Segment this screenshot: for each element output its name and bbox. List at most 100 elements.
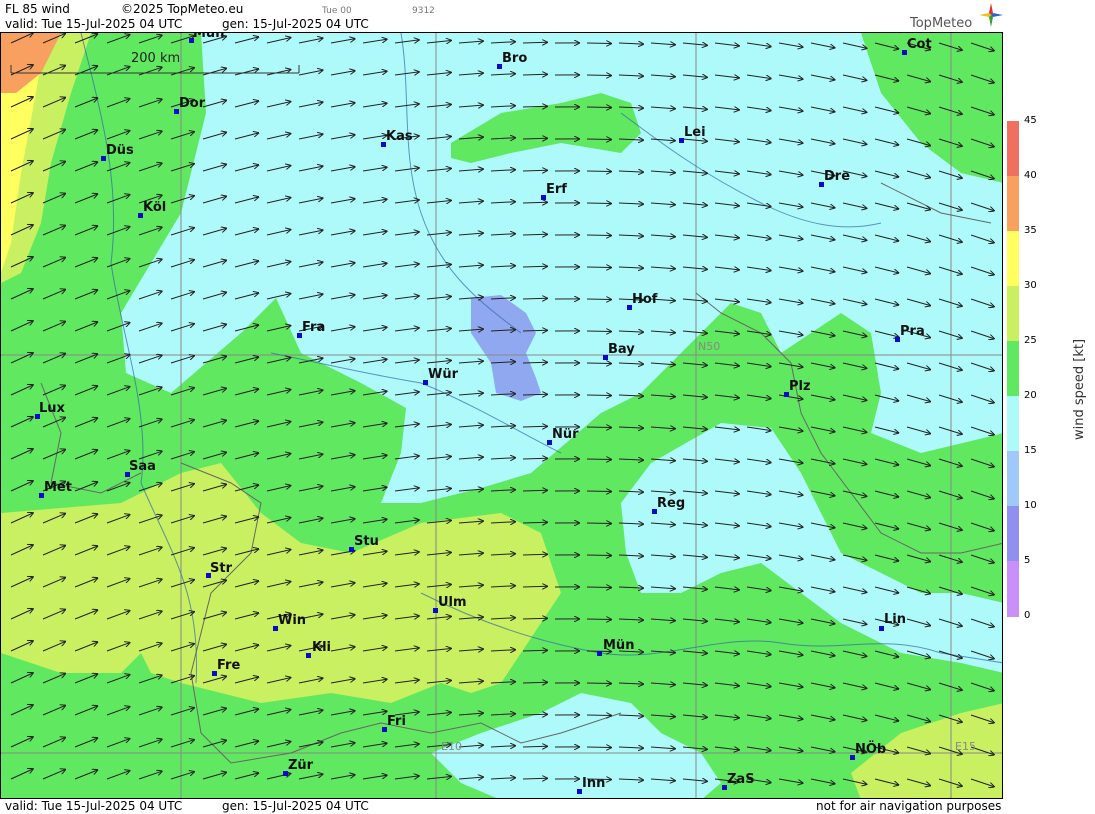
city-label-stuttgart[interactable]: Stu: [354, 534, 379, 549]
wind-arrow: [522, 106, 547, 107]
city-label-plzen[interactable]: Plz: [789, 379, 811, 394]
product-code: 9312: [412, 6, 435, 16]
city-label-saarbruecken[interactable]: Saa: [129, 459, 156, 474]
wind-arrow: [522, 490, 547, 491]
wind-arrow: [522, 362, 547, 363]
wind-arrow: [522, 778, 547, 779]
city-label-dresden[interactable]: Dre: [824, 169, 850, 184]
wind-arrow: [586, 331, 611, 332]
city-label-praha[interactable]: Pra: [900, 324, 925, 339]
wind-arrow: [522, 74, 547, 75]
city-label-strasbourg[interactable]: Str: [210, 561, 232, 576]
city-label-cottbus[interactable]: Cot: [907, 37, 932, 52]
brand-name: TopMeteo: [910, 16, 973, 31]
city-label-muenchen[interactable]: Mün: [603, 638, 634, 653]
wind-arrow: [522, 426, 547, 427]
colorbar-tick: 30: [1024, 280, 1037, 291]
wind-arrow: [522, 682, 547, 683]
city-label-zuerich[interactable]: Zür: [288, 758, 313, 773]
wind-arrow: [586, 203, 611, 204]
city-label-linz[interactable]: Lin: [884, 612, 906, 627]
product-title: FL 85 wind: [5, 2, 70, 16]
forecast-step: Tue 00: [322, 6, 352, 16]
wind-arrow: [522, 234, 547, 235]
colorbar-segment: [1007, 451, 1019, 506]
wind-arrow: [522, 746, 547, 747]
colorbar-segment: [1007, 396, 1019, 451]
city-label-brocken[interactable]: Bro: [502, 51, 527, 66]
compass-logo-icon: [979, 3, 1003, 27]
colorbar-title: wind speed [kt]: [1072, 338, 1087, 440]
wind-arrow: [586, 459, 611, 460]
wind-arrow: [522, 586, 547, 587]
city-label-freiburg[interactable]: Fre: [217, 658, 240, 673]
wind-arrow: [586, 139, 611, 140]
city-label-leipzig[interactable]: Lei: [684, 125, 706, 140]
header: FL 85 wind ©2025 TopMeteo.eu Tue 00 9312…: [0, 0, 1005, 32]
colorbar-segment: [1007, 561, 1019, 617]
wind-arrow: [586, 587, 611, 588]
wind-arrow: [586, 299, 611, 300]
wind-arrow: [586, 363, 611, 364]
wind-arrow: [586, 107, 611, 108]
city-label-koeln[interactable]: Köl: [143, 200, 166, 215]
city-label-duesseldorf[interactable]: Düs: [106, 143, 134, 158]
city-label-muenster[interactable]: Mün: [193, 33, 224, 41]
colorbar-tick: 10: [1024, 500, 1037, 511]
city-label-klippeneck[interactable]: Kli: [312, 640, 331, 655]
city-label-regensburg[interactable]: Reg: [657, 496, 685, 511]
city-label-metz[interactable]: Met: [44, 480, 72, 495]
colorbar-segment: [1007, 341, 1019, 396]
wind-arrow: [522, 266, 547, 267]
footer: valid: Tue 15-Jul-2025 04 UTC gen: 15-Ju…: [0, 799, 1005, 814]
disclaimer: not for air navigation purposes: [816, 799, 1002, 813]
wind-arrow: [586, 747, 611, 748]
wind-arrow: [522, 138, 547, 139]
wind-field: [1, 33, 1002, 798]
city-label-noeb[interactable]: NÖb: [855, 742, 886, 757]
wind-arrow: [522, 618, 547, 619]
wind-arrow: [586, 267, 611, 268]
city-label-dortmund[interactable]: Dor: [179, 96, 205, 111]
city-label-friedrichshafen[interactable]: Fri: [387, 714, 406, 729]
wind-map[interactable]: 200 km N50 E10 E15 Mün Bro Cot Dor Kas L…: [0, 32, 1003, 799]
footer-gen-time: gen: 15-Jul-2025 04 UTC: [222, 799, 369, 813]
city-label-kassel[interactable]: Kas: [386, 129, 413, 144]
colorbar-tick: 0: [1024, 610, 1031, 621]
city-label-luxembourg[interactable]: Lux: [39, 401, 65, 416]
city-label-erfurt[interactable]: Erf: [546, 182, 567, 197]
city-label-winterberg[interactable]: Win: [278, 613, 306, 628]
wind-arrow: [586, 683, 611, 684]
grid-label-e10: E10: [441, 740, 462, 753]
copyright: ©2025 TopMeteo.eu: [121, 2, 244, 16]
wind-arrow: [522, 394, 547, 395]
city-label-ulm[interactable]: Ulm: [438, 595, 467, 610]
wind-arrow: [522, 42, 547, 43]
valid-time: valid: Tue 15-Jul-2025 04 UTC: [5, 17, 183, 31]
wind-arrow: [522, 298, 547, 299]
colorbar-tick: 25: [1024, 335, 1037, 346]
wind-arrow: [586, 491, 611, 492]
city-label-wuerzburg[interactable]: Wür: [428, 367, 458, 382]
wind-arrow: [522, 714, 547, 715]
city-label-hof[interactable]: Hof: [632, 292, 657, 307]
city-label-frankfurt[interactable]: Fra: [302, 320, 325, 335]
wind-arrow: [522, 330, 547, 331]
colorbar-tick: 15: [1024, 445, 1037, 456]
grid-label-e15: E15: [955, 740, 976, 753]
wind-arrow: [586, 171, 611, 172]
colorbar-tick: 45: [1024, 115, 1037, 126]
colorbar-segment: [1007, 231, 1019, 286]
city-label-zell-am-see[interactable]: ZaS: [727, 772, 755, 787]
city-label-innsbruck[interactable]: Inn: [582, 776, 605, 791]
city-label-nuernberg[interactable]: Nür: [552, 427, 579, 442]
colorbar-segment: [1007, 286, 1019, 341]
city-marker: [306, 653, 311, 658]
wind-arrow: [586, 235, 611, 236]
city-label-bayreuth[interactable]: Bay: [608, 342, 635, 357]
wind-arrow: [522, 458, 547, 459]
wind-arrow: [586, 43, 611, 44]
scale-label: 200 km: [131, 51, 181, 66]
colorbar-segment: [1007, 506, 1019, 561]
grid-label-n50: N50: [698, 340, 721, 353]
